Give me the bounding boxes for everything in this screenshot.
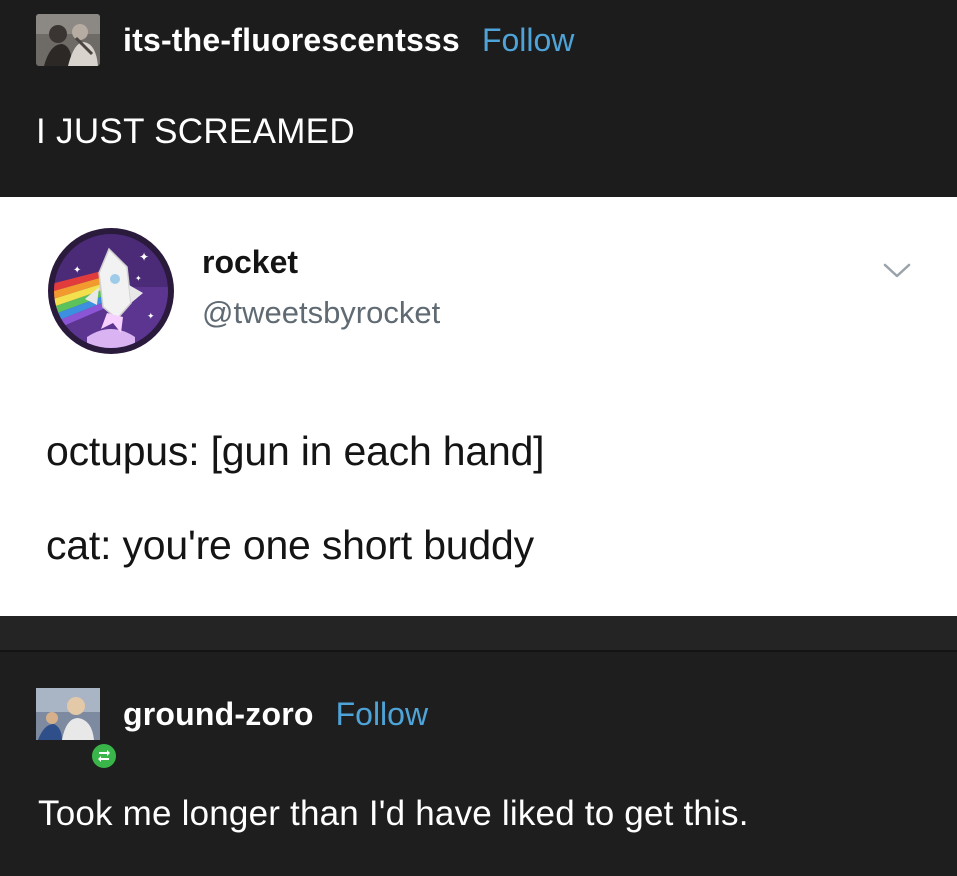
svg-text:✦: ✦ <box>147 312 155 322</box>
original-post-text: I JUST SCREAMED <box>36 112 355 151</box>
its-the-fluorescentsss-avatar[interactable] <box>36 14 100 66</box>
reblog-post-text: Took me longer than I'd have liked to ge… <box>38 794 749 833</box>
embedded-tweet: ✦ ✦ ✦ ✦ rocket @tweetsbyrocket octupus: … <box>0 197 957 616</box>
follow-button[interactable]: Follow <box>482 22 574 59</box>
tweet-handle[interactable]: @tweetsbyrocket <box>202 295 440 331</box>
post-divider <box>0 616 957 650</box>
reblog-post: ground-zoro Follow Took me longer than I… <box>0 652 957 876</box>
reblog-icon <box>90 742 118 770</box>
rocket-logo-icon: ✦ ✦ ✦ ✦ <box>48 228 174 354</box>
avatar-photo-icon <box>36 688 100 740</box>
reblogger-username[interactable]: ground-zoro <box>123 696 314 733</box>
tweet-display-name[interactable]: rocket <box>202 244 298 281</box>
svg-text:✦: ✦ <box>135 274 142 283</box>
tweet-text-line: cat: you're one short buddy <box>46 522 534 568</box>
ground-zoro-avatar[interactable] <box>36 688 118 770</box>
svg-text:✦: ✦ <box>73 265 81 276</box>
avatar-photo-icon <box>36 14 100 66</box>
svg-text:✦: ✦ <box>139 250 149 264</box>
original-post: its-the-fluorescentsss Follow I JUST SCR… <box>0 0 957 197</box>
original-poster-username[interactable]: its-the-fluorescentsss <box>123 22 460 59</box>
tweet-text-line: octupus: [gun in each hand] <box>46 428 545 474</box>
follow-button[interactable]: Follow <box>336 696 428 733</box>
original-post-header: its-the-fluorescentsss Follow <box>36 14 574 66</box>
chevron-down-icon[interactable] <box>882 261 912 281</box>
reblog-post-header: ground-zoro Follow <box>36 688 428 770</box>
rocket-avatar[interactable]: ✦ ✦ ✦ ✦ <box>47 227 175 355</box>
